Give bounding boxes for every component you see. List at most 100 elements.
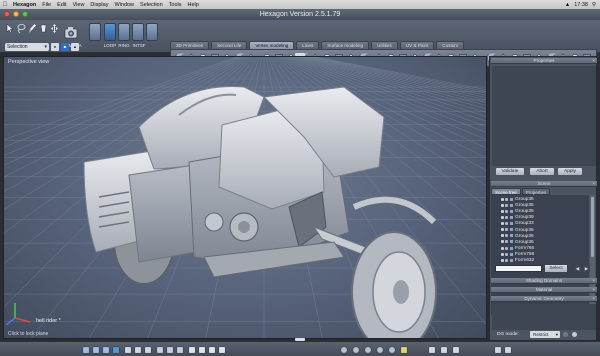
move-tool[interactable] xyxy=(50,23,59,34)
menu-display[interactable]: Display xyxy=(87,2,111,8)
select-vertex-button[interactable] xyxy=(132,23,144,41)
layout-single-icon[interactable] xyxy=(124,346,132,354)
tab-uv-paint[interactable]: UV & Paint xyxy=(399,41,435,49)
minimize-window-button[interactable] xyxy=(13,11,19,17)
selection-toggle-b[interactable]: ■ xyxy=(61,43,69,51)
tab-scene-tree[interactable]: Scene tree xyxy=(491,188,521,195)
visibility-icon[interactable] xyxy=(501,252,504,256)
selection-mode-select[interactable]: Selection xyxy=(5,43,49,51)
tab-lines[interactable]: Lines xyxy=(296,41,320,49)
visibility-icon[interactable] xyxy=(501,203,504,207)
layout-split-icon[interactable] xyxy=(144,346,152,354)
visibility-icon[interactable] xyxy=(501,258,504,262)
lock-icon[interactable] xyxy=(505,197,508,201)
visibility-icon[interactable] xyxy=(501,240,504,244)
scene-tree-row[interactable]: Form632 xyxy=(491,258,589,263)
scene-tree-row[interactable]: Group35 xyxy=(491,203,589,208)
tab-3d-primitives[interactable]: 3D Primitives xyxy=(170,41,210,49)
scene-header[interactable]: Scene × xyxy=(491,181,597,187)
next-icon[interactable]: ▶ xyxy=(583,265,590,272)
clock[interactable]: 17:38 xyxy=(574,2,588,8)
close-icon[interactable]: × xyxy=(592,181,595,187)
screenshot-icon[interactable] xyxy=(452,346,460,354)
scene-tree-row[interactable]: Group36 xyxy=(491,240,589,245)
view-persp-icon[interactable] xyxy=(112,346,120,354)
3d-viewport[interactable]: Perspective view xyxy=(3,56,487,339)
close-window-button[interactable] xyxy=(4,11,10,17)
menu-app[interactable]: Hexagon xyxy=(10,2,39,8)
visibility-icon[interactable] xyxy=(501,197,504,201)
previous-icon[interactable]: ◀ xyxy=(574,265,581,272)
select-button[interactable]: Select xyxy=(545,265,567,272)
view-top-icon[interactable] xyxy=(102,346,110,354)
undo-icon[interactable] xyxy=(494,346,502,354)
lasso-tool[interactable] xyxy=(17,23,26,34)
scene-tree-row[interactable]: Group36 xyxy=(491,197,589,202)
smooth-shade-icon[interactable] xyxy=(364,346,372,354)
wire-shade-icon[interactable] xyxy=(352,346,360,354)
select-auto-button[interactable] xyxy=(146,23,158,41)
menu-help[interactable]: Help xyxy=(185,2,202,8)
menu-tools[interactable]: Tools xyxy=(166,2,185,8)
apple-menu-icon[interactable]:  xyxy=(0,2,10,8)
menu-window[interactable]: Window xyxy=(111,2,137,8)
lock-icon[interactable] xyxy=(505,258,508,262)
layout-quad-icon[interactable] xyxy=(134,346,142,354)
close-icon[interactable]: × xyxy=(592,296,595,302)
validate-button[interactable]: Validate xyxy=(496,168,524,175)
lock-icon[interactable] xyxy=(505,252,508,256)
snap-icon[interactable] xyxy=(166,346,174,354)
visibility-icon[interactable] xyxy=(501,222,504,226)
scene-tree-row[interactable]: Group36 xyxy=(491,234,589,239)
zoom-window-button[interactable] xyxy=(22,11,28,17)
dynamic-geometry-header[interactable]: Dynamic Geometry × xyxy=(491,296,597,302)
selection-toggle-a[interactable]: ● xyxy=(51,43,59,51)
visibility-icon[interactable] xyxy=(501,246,504,250)
fit-view-icon[interactable] xyxy=(218,346,226,354)
select-edge-button[interactable] xyxy=(118,23,130,41)
shading-domains-header[interactable]: Shading Domains × xyxy=(491,278,597,284)
grid-icon[interactable] xyxy=(156,346,164,354)
axis-icon[interactable] xyxy=(176,346,184,354)
scene-tree-row[interactable]: Group35 xyxy=(491,228,589,233)
apply-button[interactable]: Apply xyxy=(558,168,582,175)
lock-icon[interactable] xyxy=(505,216,508,220)
scene-tree-row[interactable]: Group39 xyxy=(491,215,589,220)
lock-icon[interactable] xyxy=(505,209,508,213)
close-icon[interactable]: × xyxy=(592,278,595,284)
visibility-icon[interactable] xyxy=(501,209,504,213)
lock-icon[interactable] xyxy=(505,246,508,250)
paint-tool[interactable] xyxy=(39,23,48,34)
view-front-icon[interactable] xyxy=(82,346,90,354)
sphere-shade-icon[interactable] xyxy=(340,346,348,354)
dg-option-icon[interactable] xyxy=(563,332,568,337)
scene-tree-row[interactable]: Form768 xyxy=(491,252,589,257)
dg-option-icon[interactable] xyxy=(572,332,577,337)
intsf-label[interactable]: INTSF xyxy=(131,43,147,48)
camera-view-icon[interactable] xyxy=(428,346,436,354)
light-icon[interactable] xyxy=(400,346,408,354)
menu-view[interactable]: View xyxy=(70,2,88,8)
menu-file[interactable]: File xyxy=(39,2,54,8)
lock-icon[interactable] xyxy=(505,234,508,238)
move-view-icon[interactable] xyxy=(188,346,196,354)
camera-icon[interactable] xyxy=(63,23,79,43)
tab-scene-properties[interactable]: Properties xyxy=(521,188,551,195)
rotate-view-icon[interactable] xyxy=(198,346,206,354)
wifi-icon[interactable]: ▲ xyxy=(565,2,570,8)
spotlight-icon[interactable]: ⚲ xyxy=(592,2,596,8)
lock-icon[interactable] xyxy=(505,228,508,232)
visibility-icon[interactable] xyxy=(501,234,504,238)
tab-vertex-modeling[interactable]: Vertex modeling xyxy=(249,41,295,49)
select-face-button[interactable] xyxy=(104,23,116,41)
select-object-button[interactable] xyxy=(89,23,101,41)
select-arrow-tool[interactable] xyxy=(6,23,15,34)
tab-utilities[interactable]: Utilities xyxy=(371,41,398,49)
scene-tree-row[interactable]: Group36 xyxy=(491,209,589,214)
properties-header[interactable]: Properties × xyxy=(491,58,597,64)
close-icon[interactable]: × xyxy=(592,287,595,293)
selection-toggle-c[interactable]: ▲ xyxy=(71,43,79,51)
material-header[interactable]: Material × xyxy=(491,287,597,293)
lock-icon[interactable] xyxy=(505,240,508,244)
ring-label[interactable]: RING xyxy=(116,43,132,48)
